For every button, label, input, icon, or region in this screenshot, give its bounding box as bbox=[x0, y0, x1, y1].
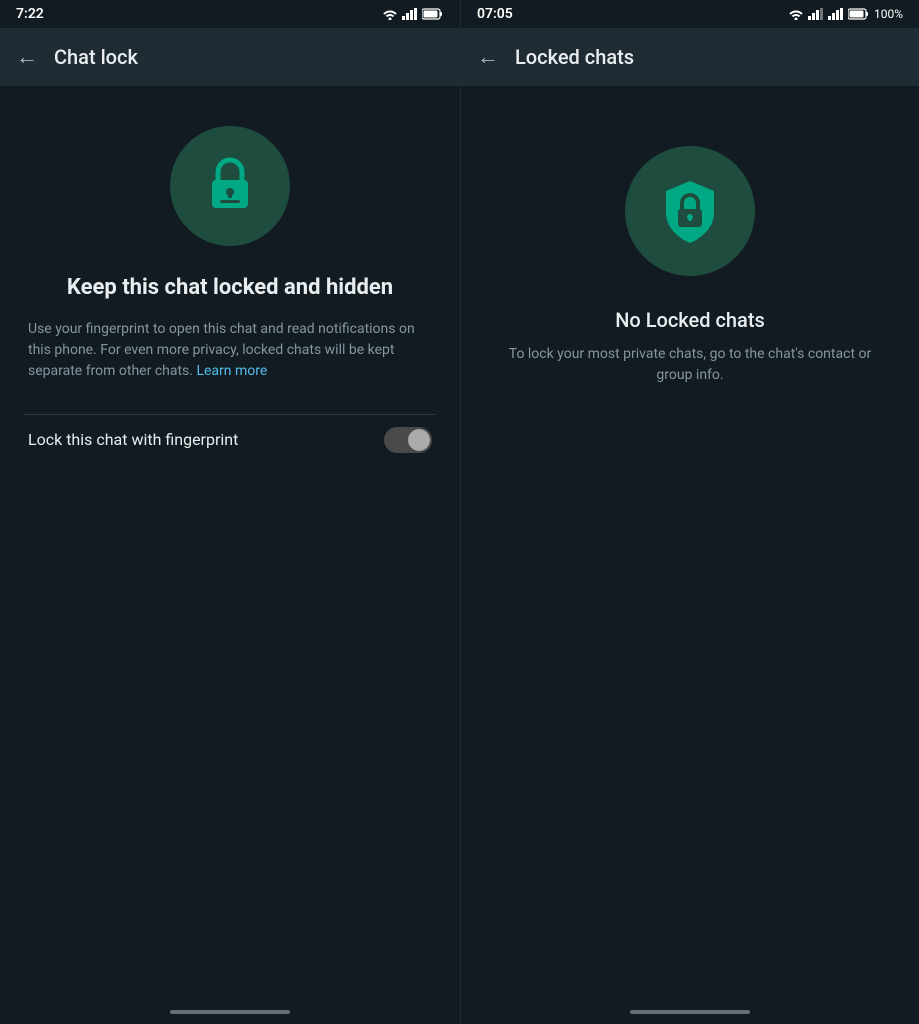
bottom-bar-left bbox=[0, 1010, 460, 1024]
home-indicator-left bbox=[170, 1010, 290, 1014]
learn-more-link[interactable]: Learn more bbox=[196, 363, 267, 379]
description-text: Use your fingerprint to open this chat a… bbox=[24, 319, 436, 382]
battery-icon-right bbox=[848, 8, 870, 20]
back-button-left[interactable]: ← bbox=[16, 44, 38, 70]
signal-icon bbox=[402, 8, 418, 20]
status-time-left: 7:22 bbox=[16, 6, 44, 22]
status-bar-left: 7:22 bbox=[0, 0, 460, 28]
toggle-row: Lock this chat with fingerprint bbox=[24, 414, 436, 465]
right-content: No Locked chats To lock your most privat… bbox=[461, 86, 919, 1010]
status-icons-right: 100% bbox=[788, 7, 903, 21]
toggle-label: Lock this chat with fingerprint bbox=[28, 430, 238, 449]
header-right: ← Locked chats bbox=[461, 28, 919, 86]
left-header-title: Chat lock bbox=[54, 45, 138, 69]
no-locked-description: To lock your most private chats, go to t… bbox=[493, 344, 887, 386]
status-icons-left bbox=[382, 8, 444, 20]
status-time-right: 07:05 bbox=[477, 6, 513, 22]
battery-icon bbox=[422, 8, 444, 20]
shield-icon-circle bbox=[625, 146, 755, 276]
wifi-icon-right bbox=[788, 8, 804, 20]
right-panel: 07:05 bbox=[460, 0, 919, 1024]
left-content: Keep this chat locked and hidden Use you… bbox=[0, 86, 460, 1010]
home-indicator-right bbox=[630, 1010, 750, 1014]
signal-icon-right bbox=[808, 8, 824, 20]
wifi-icon bbox=[382, 8, 398, 20]
bottom-bar-right bbox=[461, 1010, 919, 1024]
main-heading: Keep this chat locked and hidden bbox=[67, 274, 393, 303]
lock-chat-icon bbox=[198, 154, 262, 218]
fingerprint-toggle[interactable] bbox=[384, 427, 432, 453]
right-header-title: Locked chats bbox=[515, 45, 634, 69]
shield-lock-icon bbox=[654, 175, 726, 247]
status-bar-right: 07:05 bbox=[461, 0, 919, 28]
back-button-right[interactable]: ← bbox=[477, 44, 499, 70]
no-locked-heading: No Locked chats bbox=[615, 308, 765, 332]
header-left: ← Chat lock bbox=[0, 28, 460, 86]
left-panel: 7:22 ← Chat lock bbox=[0, 0, 460, 1024]
signal-icon-right2 bbox=[828, 8, 844, 20]
lock-icon-circle bbox=[170, 126, 290, 246]
battery-percent: 100% bbox=[874, 7, 903, 21]
